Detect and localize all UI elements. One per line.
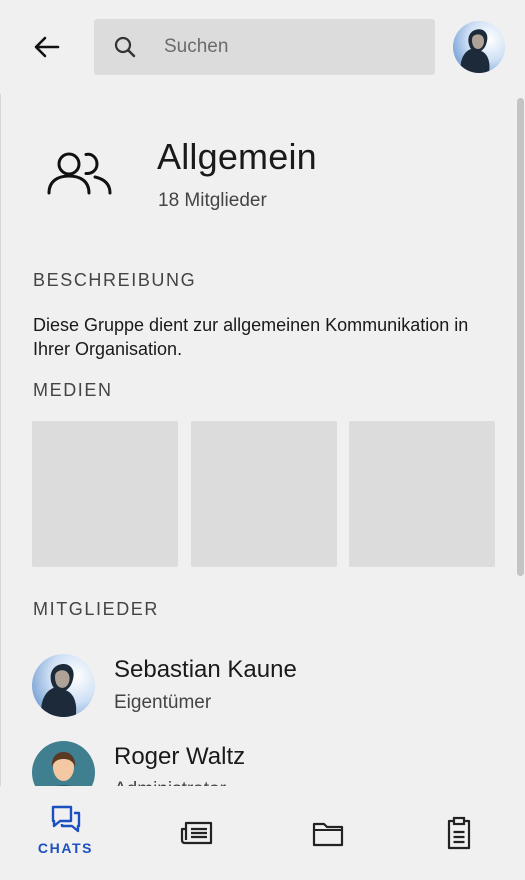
member-name: Roger Waltz (114, 743, 246, 770)
nav-chats-label: CHATS (37, 840, 94, 856)
clipboard-icon (447, 816, 470, 850)
user-avatar[interactable] (453, 21, 505, 73)
media-thumbnail[interactable] (349, 421, 495, 567)
description-heading: BESCHREIBUNG (33, 270, 197, 290)
chat-bubbles-icon (51, 805, 80, 833)
bottom-navigation: CHATS (0, 786, 525, 880)
avatar (32, 654, 95, 717)
group-title: Allgemein (157, 136, 317, 177)
search-bar[interactable] (94, 19, 435, 75)
members-heading: MITGLIEDER (33, 599, 160, 619)
newspaper-icon (180, 821, 212, 845)
group-description: Diese Gruppe dient zur allgemeinen Kommu… (33, 315, 469, 359)
member-row[interactable]: Sebastian Kaune Eigentümer (32, 654, 512, 718)
nav-tasks[interactable] (393, 786, 524, 880)
nav-chats[interactable]: CHATS (0, 786, 131, 880)
media-thumbnail[interactable] (191, 421, 337, 567)
search-input[interactable] (162, 35, 406, 59)
member-name: Sebastian Kaune (114, 656, 297, 683)
search-icon (112, 34, 138, 60)
back-button[interactable] (30, 30, 64, 64)
group-icon (47, 152, 112, 195)
arrow-left-icon (34, 36, 60, 58)
member-role: Eigentümer (114, 692, 212, 713)
folder-icon (312, 822, 343, 847)
member-count: 18 Mitglieder (158, 190, 267, 211)
top-bar (0, 0, 525, 94)
scrollbar[interactable] (517, 98, 524, 576)
media-heading: MEDIEN (33, 380, 113, 400)
media-thumbnail[interactable] (32, 421, 178, 567)
nav-news[interactable] (131, 786, 262, 880)
nav-files[interactable] (262, 786, 393, 880)
